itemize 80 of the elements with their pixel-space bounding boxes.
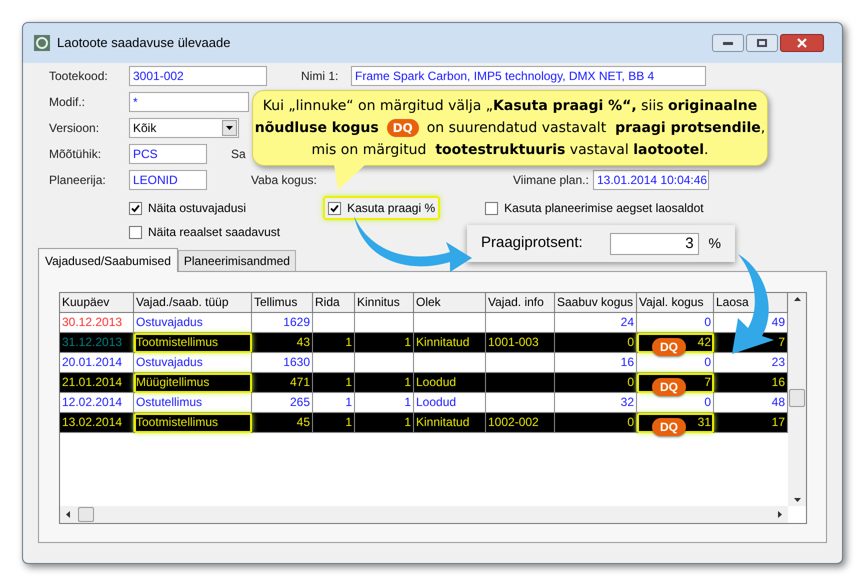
right-arrow-icon — [778, 511, 782, 518]
checkbox-label: Näita reaalset saadavust — [148, 224, 280, 241]
callout-text: Kui „linnuke“ on märgitud välja „Kasuta praagi %“, siis originaalne — [262, 96, 758, 116]
app-icon — [33, 34, 51, 52]
table-row[interactable]: 30.12.2013 Ostuvajadus 1629 24 0 49 — [60, 313, 788, 333]
checkbox[interactable] — [129, 226, 142, 238]
column-header[interactable]: Vajal. kogus — [637, 293, 714, 313]
column-header[interactable]: Kuupäev — [60, 293, 134, 313]
checkbox[interactable] — [485, 202, 498, 214]
left-arrow-icon — [66, 511, 70, 518]
scroll-thumb[interactable] — [78, 507, 94, 522]
caret-icon — [226, 126, 233, 130]
checkbox-label: Näita ostuvajadusi — [148, 200, 246, 217]
table-cell: 1 — [313, 413, 355, 433]
input-field[interactable]: LEONID — [129, 170, 207, 190]
column-header[interactable]: Vajad. info — [486, 293, 555, 313]
field-label: Planeerija: — [49, 172, 107, 189]
input-field[interactable]: 3 — [610, 232, 699, 254]
table-cell: Tootmistellimus — [134, 413, 252, 433]
table-cell: 1002-002 — [486, 413, 555, 433]
input-field[interactable]: * — [129, 92, 249, 112]
tab[interactable]: Vajadused/Saabumised — [38, 248, 178, 272]
field-label: Tootekood: — [49, 68, 109, 85]
dropdown[interactable]: Kõik — [129, 118, 239, 138]
input-field[interactable]: Frame Spark Carbon, IMP5 technology, DMX NET, BB 4 — [351, 66, 706, 86]
table-cell: Kinnitatud — [414, 413, 486, 433]
table-cell: 0 — [555, 413, 637, 433]
column-header[interactable]: Saabuv kogus — [555, 293, 637, 313]
callout-text: on suurendatud vastavalt praagi protsendile, — [426, 118, 766, 138]
table-cell: Ostutellimus — [134, 393, 252, 413]
down-arrow-icon — [794, 498, 800, 502]
column-header[interactable]: Rida — [313, 293, 355, 313]
table-row[interactable]: 12.02.2014 Ostutellimus 265 1 1 Loodud 32 0 48 — [60, 393, 788, 413]
checkbox[interactable] — [328, 202, 342, 214]
input-field[interactable]: PCS — [129, 144, 207, 164]
table-cell: Ostuvajadus — [134, 313, 252, 333]
table-cell: Tootmistellimus — [134, 333, 252, 353]
field-label: Sa — [231, 146, 247, 163]
column-header[interactable]: Tellimus — [252, 293, 313, 313]
close-icon — [797, 38, 807, 48]
vertical-scrollbar[interactable] — [788, 293, 806, 506]
maximize-button[interactable] — [746, 34, 778, 52]
checkbox[interactable] — [129, 202, 142, 214]
column-header[interactable]: Olek — [414, 293, 486, 313]
table-cell: Müügitellimus — [134, 373, 252, 393]
field-label: Praagiprotsent: — [481, 233, 584, 254]
field-label: Nimi 1: — [301, 68, 340, 85]
column-header[interactable]: Kinnitus — [355, 293, 414, 313]
table-cell: 0 — [637, 313, 714, 333]
input-field[interactable]: 13.01.2014 10:04:46 — [593, 170, 709, 190]
table-row[interactable]: 20.01.2014 Ostuvajadus 1630 16 0 23 — [60, 353, 788, 373]
tab[interactable]: Planeerimisandmed — [178, 250, 296, 271]
unit-label: % — [708, 234, 721, 253]
dq-badge: DQ — [652, 378, 686, 396]
callout-text: mis on märgitud tootestruktuuris vastaval laotootel. — [312, 140, 708, 160]
table-cell: 13.02.2014 — [60, 413, 134, 433]
field-label: Modif.: — [49, 94, 86, 111]
table-cell: Ostuvajadus — [134, 353, 252, 373]
field-label: Mõõtühik: — [49, 146, 102, 163]
minimize-button[interactable] — [712, 34, 744, 52]
dq-badge: DQ — [652, 418, 686, 436]
field-label: Vaba kogus: — [251, 172, 318, 189]
scroll-thumb[interactable] — [789, 389, 805, 407]
checkbox-label: Kasuta planeerimise aegset laosaldot — [504, 200, 704, 217]
column-header[interactable]: Vajad./saab. tüüp — [134, 293, 252, 313]
field-label: Versioon: — [49, 120, 100, 137]
up-arrow-icon — [794, 297, 800, 301]
table-cell: 1 — [355, 413, 414, 433]
callout-text: nõudluse kogus — [254, 118, 379, 138]
table-cell: 45 — [252, 413, 313, 433]
dq-badge: DQ — [652, 338, 686, 356]
input-field[interactable]: 3001-002 — [129, 66, 267, 86]
close-button[interactable] — [780, 34, 824, 52]
window-title: Laotoote saadavuse ülevaade — [57, 34, 230, 52]
check-icon — [131, 204, 140, 212]
check-icon — [330, 204, 340, 212]
field-label: Viimane plan.: — [513, 172, 590, 189]
checkbox-label: Kasuta praagi % — [347, 200, 436, 217]
horizontal-scrollbar[interactable] — [60, 506, 788, 523]
dq-badge: DQ — [386, 119, 419, 137]
